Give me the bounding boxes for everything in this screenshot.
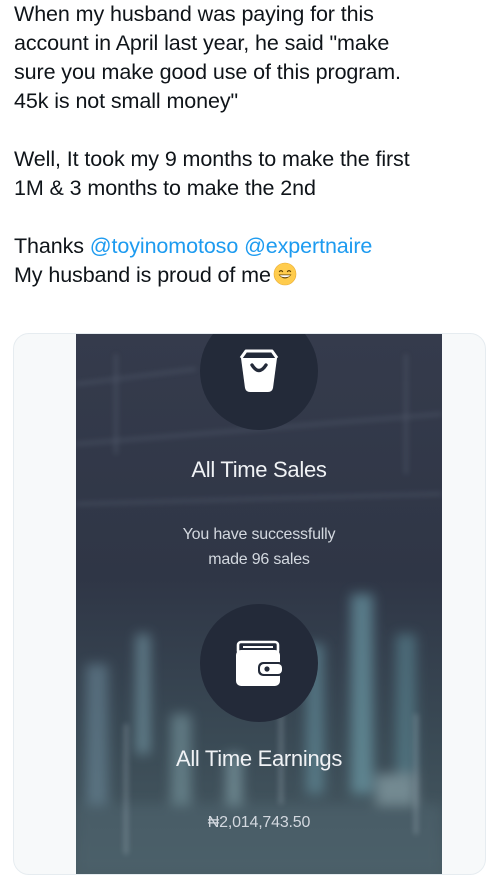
tweet-text: When my husband was paying for this acco… bbox=[14, 0, 489, 290]
proud-text: My husband is proud of me bbox=[14, 263, 271, 287]
tweet-line-3: sure you make good use of this program. bbox=[14, 60, 401, 84]
tweet-thanks-line: Thanks @toyinomotoso @expertnaire bbox=[14, 232, 489, 261]
tweet-line-6: 1M & 3 months to make the 2nd bbox=[14, 176, 316, 200]
tweet-line-1: When my husband was paying for this bbox=[14, 2, 374, 26]
tweet-line-2: account in April last year, he said "mak… bbox=[14, 31, 390, 55]
tweet-line-5: Well, It took my 9 months to make the fi… bbox=[14, 147, 410, 171]
sales-subtext-line-1: You have successfully bbox=[182, 526, 336, 543]
earnings-value: ₦2,014,743.50 bbox=[207, 814, 311, 831]
mention-toyinomotoso[interactable]: @toyinomotoso bbox=[90, 234, 239, 258]
thanks-text: Thanks bbox=[14, 234, 84, 258]
sales-icon-circle bbox=[200, 334, 318, 430]
earnings-icon-circle bbox=[200, 604, 318, 722]
earnings-heading: All Time Earnings bbox=[175, 746, 343, 771]
app-screenshot[interactable]: All Time Sales You have successfully mad… bbox=[76, 334, 442, 874]
wallet-icon bbox=[236, 640, 284, 686]
tweet-line-4: 45k is not small money" bbox=[14, 89, 239, 113]
mention-expertnaire[interactable]: @expertnaire bbox=[244, 234, 372, 258]
grinning-emoji-icon bbox=[273, 262, 297, 286]
shopping-bag-icon bbox=[239, 349, 279, 392]
sales-heading: All Time Sales bbox=[191, 457, 327, 482]
media-card[interactable]: All Time Sales You have successfully mad… bbox=[13, 333, 486, 875]
sales-subtext-line-2: made 96 sales bbox=[208, 551, 310, 568]
tweet-last-line: My husband is proud of me bbox=[14, 261, 489, 290]
